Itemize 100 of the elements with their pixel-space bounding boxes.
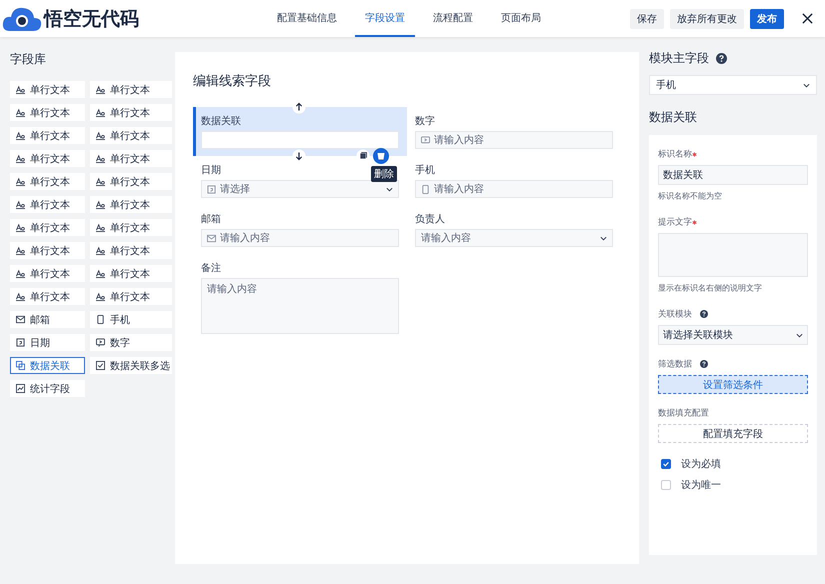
field-type-item[interactable]: 单行文本 — [90, 219, 172, 236]
field-type-item[interactable]: 单行文本 — [10, 265, 85, 282]
filter-button[interactable]: 设置筛选条件 — [658, 375, 808, 394]
field-label: 日期 — [201, 164, 221, 177]
text-format-icon — [96, 292, 105, 301]
field-type-item[interactable]: 单行文本 — [90, 104, 172, 121]
field-label: 备注 — [201, 262, 221, 275]
field-type-item[interactable]: 单行文本 — [10, 150, 85, 167]
field-type-item[interactable]: 单行文本 — [10, 81, 85, 98]
calendar-icon — [207, 184, 216, 194]
checkbox-icon — [96, 361, 105, 370]
phone-icon — [421, 184, 430, 194]
checkbox-label: 设为唯一 — [681, 478, 721, 492]
panel-title: 模块主字段 — [649, 50, 709, 67]
field-label: 数据关联 — [201, 114, 241, 128]
nav-tab[interactable]: 配置基础信息 — [267, 0, 347, 37]
field-label: 数字 — [415, 114, 435, 128]
select-field[interactable]: 请选择 — [201, 180, 399, 198]
fill-button[interactable]: 配置填充字段 — [658, 424, 808, 443]
field-type-item[interactable]: 数据关联 — [10, 357, 85, 374]
text-area[interactable]: 请输入内容 — [201, 278, 399, 334]
field-type-item[interactable]: 单行文本 — [10, 288, 85, 305]
input-field[interactable]: 请输入内容 — [415, 131, 613, 149]
text-format-icon — [16, 246, 25, 255]
text-format-icon — [96, 246, 105, 255]
select-field[interactable]: 请选择关联模块 — [658, 325, 808, 345]
text-format-icon — [16, 177, 25, 186]
text-format-icon — [96, 154, 105, 163]
input-field[interactable]: 数据关联 — [658, 165, 808, 185]
help-icon[interactable] — [716, 53, 727, 64]
logo-text: 悟空无代码 — [44, 6, 139, 32]
text-format-icon — [16, 223, 25, 232]
field-type-item[interactable]: 单行文本 — [90, 127, 172, 144]
field-type-item[interactable]: 手机 — [90, 311, 172, 328]
field-label: 负责人 — [415, 212, 445, 226]
text-format-icon — [16, 108, 25, 117]
help-icon[interactable] — [700, 360, 708, 368]
text-format-icon — [16, 85, 25, 94]
delete-icon[interactable] — [373, 148, 389, 164]
text-format-icon — [96, 177, 105, 186]
nav-tab[interactable]: 流程配置 — [423, 0, 483, 37]
field-type-item[interactable]: 单行文本 — [10, 104, 85, 121]
text-format-icon — [96, 108, 105, 117]
chart-icon — [16, 384, 25, 393]
select-field[interactable]: 手机 — [649, 75, 817, 95]
field-label: 数据填充配置 — [658, 407, 709, 419]
field-type-item[interactable]: 单行文本 — [10, 196, 85, 213]
chevron-down-icon — [803, 82, 810, 88]
field-type-item[interactable]: 单行文本 — [90, 265, 172, 282]
input-field[interactable] — [201, 131, 399, 149]
hint-text: 标识名称不能为空 — [658, 190, 723, 202]
text-format-icon — [16, 292, 25, 301]
field-label: 关联模块 — [658, 308, 692, 320]
field-type-item[interactable]: 单行文本 — [90, 150, 172, 167]
publish-button[interactable]: 发布 — [750, 8, 784, 28]
field-label: 筛选数据 — [658, 358, 692, 370]
tooltip: 删除 — [371, 166, 397, 182]
text-format-icon — [96, 131, 105, 140]
text-format-icon — [96, 200, 105, 209]
text-format-icon — [16, 154, 25, 163]
move-down-icon[interactable] — [292, 149, 306, 163]
help-icon[interactable] — [700, 310, 708, 318]
move-up-icon[interactable] — [292, 100, 306, 114]
selected-field-block[interactable]: 数据关联 — [193, 107, 407, 156]
link-icon — [16, 361, 25, 370]
field-type-item[interactable]: 单行文本 — [10, 242, 85, 259]
field-type-item[interactable]: 单行文本 — [90, 173, 172, 190]
field-type-item[interactable]: 日期 — [10, 334, 85, 351]
field-type-item[interactable]: 单行文本 — [10, 219, 85, 236]
field-type-item[interactable]: 数据关联多选 — [90, 357, 172, 374]
chevron-down-icon — [600, 236, 607, 240]
number-icon — [421, 136, 430, 144]
field-type-item[interactable]: 单行文本 — [90, 81, 172, 98]
field-type-item[interactable]: 邮箱 — [10, 311, 85, 328]
chevron-down-icon — [796, 332, 803, 338]
nav-tab[interactable]: 页面布局 — [491, 0, 551, 37]
hint-text: 显示在标识名右侧的说明文字 — [658, 282, 763, 294]
field-type-item[interactable]: 统计字段 — [10, 380, 85, 397]
input-field[interactable]: 请输入内容 — [201, 229, 399, 247]
input-field[interactable]: 请输入内容 — [415, 180, 613, 198]
checkbox[interactable] — [661, 459, 671, 469]
field-type-item[interactable]: 单行文本 — [90, 196, 172, 213]
nav-tab[interactable]: 字段设置 — [355, 0, 415, 37]
field-type-item[interactable]: 单行文本 — [10, 173, 85, 190]
close-icon[interactable] — [802, 13, 813, 24]
text-format-icon — [96, 85, 105, 94]
field-type-item[interactable]: 单行文本 — [90, 288, 172, 305]
field-type-item[interactable]: 单行文本 — [90, 242, 172, 259]
mail-icon — [16, 315, 25, 324]
text-format-icon — [96, 223, 105, 232]
mail-icon — [207, 234, 216, 242]
panel-title: 字段库 — [10, 51, 47, 68]
header-button[interactable]: 放弃所有更改 — [670, 8, 744, 28]
field-label: 邮箱 — [201, 212, 221, 226]
text-format-icon — [16, 269, 25, 278]
section-title: 数据关联 — [649, 109, 698, 126]
header-button[interactable]: 保存 — [630, 8, 664, 28]
field-type-item[interactable]: 数字 — [90, 334, 172, 351]
select-field[interactable]: 请输入内容 — [415, 229, 613, 247]
field-type-item[interactable]: 单行文本 — [10, 127, 85, 144]
